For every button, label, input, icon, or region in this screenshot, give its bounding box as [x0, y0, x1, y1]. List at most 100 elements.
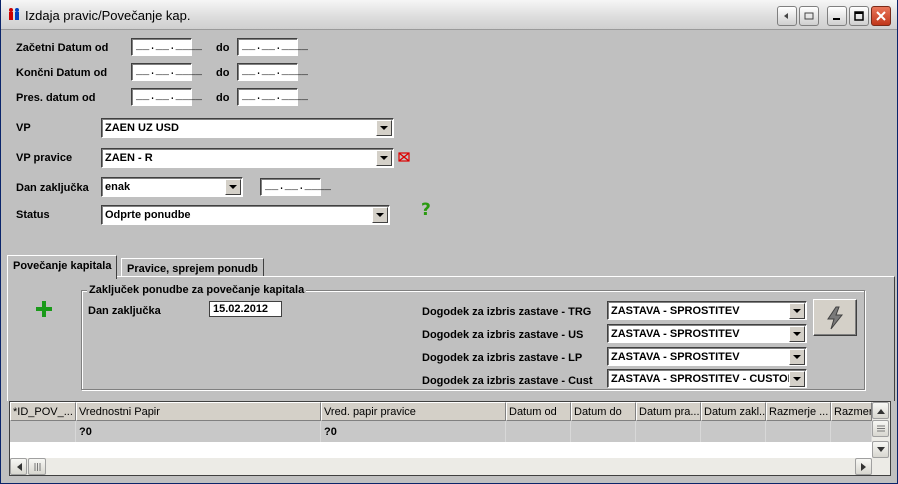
pres-datum-label: Pres. datum od — [16, 92, 96, 104]
maximize-icon — [854, 11, 864, 21]
table-cell[interactable] — [766, 421, 831, 442]
column-header[interactable]: Datum od — [506, 402, 571, 421]
pres-datum-do-input[interactable]: __.__.____ — [237, 88, 308, 106]
column-header[interactable]: Razmerje ... — [766, 402, 831, 421]
lightning-icon — [827, 306, 844, 329]
do-label: do — [216, 92, 230, 104]
help-question-icon[interactable]: ? — [420, 200, 434, 221]
menu-small-button[interactable] — [799, 6, 819, 26]
table-row[interactable]: ?0 ?0 — [10, 421, 872, 442]
event-cust-label: Dogodek za izbris zastave - Cust — [422, 375, 593, 387]
chevron-down-icon[interactable] — [376, 150, 392, 166]
column-header[interactable]: *ID_POV_... — [10, 402, 76, 421]
column-header[interactable]: Vred. papir pravice — [321, 402, 506, 421]
dan-zakljucka-date-input[interactable]: __.__.____ — [260, 178, 331, 196]
window-title: Izdaja pravic/Povečanje kap. — [25, 8, 191, 23]
table-cell[interactable]: ?0 — [321, 421, 506, 442]
chevron-down-icon[interactable] — [372, 207, 388, 223]
chevron-down-icon[interactable] — [789, 371, 805, 387]
vp-pravice-label: VP pravice — [16, 152, 73, 164]
execute-button[interactable] — [813, 299, 857, 336]
table-cell[interactable] — [10, 421, 76, 442]
chevron-down-icon[interactable] — [376, 120, 392, 136]
scroll-down-button[interactable] — [872, 441, 889, 458]
scroll-left-button[interactable] — [10, 458, 27, 475]
chevron-down-icon[interactable] — [789, 349, 805, 365]
event-lp-select[interactable]: ZASTAVA - SPROSTITEV — [607, 347, 807, 366]
app-people-icon — [7, 7, 21, 21]
status-select[interactable]: Odprte ponudbe — [101, 205, 390, 225]
vp-pravice-select[interactable]: ZAEN - R — [101, 148, 394, 168]
grid-header: *ID_POV_... Vrednostni Papir Vred. papir… — [10, 402, 872, 421]
chevron-down-icon[interactable] — [225, 179, 241, 195]
event-us-value: ZASTAVA - SPROSTITEV — [611, 328, 740, 340]
table-cell[interactable] — [701, 421, 766, 442]
vp-select[interactable]: ZAEN UZ USD — [101, 118, 394, 138]
vp-pravice-select-value: ZAEN - R — [105, 152, 153, 164]
zacetni-datum-od-input[interactable]: __.__.____ — [131, 38, 202, 56]
vp-label: VP — [16, 122, 31, 134]
scroll-right-button[interactable] — [855, 458, 872, 475]
svg-text:?: ? — [421, 200, 431, 218]
event-cust-select[interactable]: ZASTAVA - SPROSTITEV - CUSTOI — [607, 369, 807, 388]
dan-zakljucka-operator-value: enak — [105, 181, 131, 193]
main-window: Izdaja pravic/Povečanje kap. Začetni Dat… — [0, 0, 898, 484]
tab-povecanje-kapitala[interactable]: Povečanje kapitala — [7, 255, 118, 279]
table-cell[interactable] — [506, 421, 571, 442]
minimize-button[interactable] — [827, 6, 847, 26]
title-bar: Izdaja pravic/Povečanje kap. — [1, 0, 897, 30]
koncni-datum-do-input[interactable]: __.__.____ — [237, 63, 308, 81]
event-trg-select[interactable]: ZASTAVA - SPROSTITEV — [607, 301, 807, 320]
koncni-datum-od-input[interactable]: __.__.____ — [131, 63, 202, 81]
results-grid: *ID_POV_... Vrednostni Papir Vred. papir… — [9, 401, 891, 476]
table-cell[interactable] — [571, 421, 636, 442]
column-header[interactable]: Vrednostni Papir — [76, 402, 321, 421]
close-icon — [876, 11, 886, 21]
table-cell[interactable] — [636, 421, 701, 442]
column-header[interactable]: Razmerje — [831, 402, 872, 421]
chevron-up-icon — [876, 408, 885, 414]
event-lp-label: Dogodek za izbris zastave - LP — [422, 352, 583, 364]
table-cell[interactable] — [831, 421, 872, 442]
scroll-thumb[interactable] — [28, 458, 46, 475]
chevron-right-icon — [860, 462, 866, 471]
event-us-label: Dogodek za izbris zastave - US — [422, 329, 584, 341]
column-header[interactable]: Datum pra... — [636, 402, 701, 421]
tab-label: Povečanje kapitala — [13, 260, 112, 272]
scrollbar-corner — [872, 458, 890, 475]
maximize-button[interactable] — [849, 6, 869, 26]
pres-datum-od-input[interactable]: __.__.____ — [131, 88, 202, 106]
event-trg-value: ZASTAVA - SPROSTITEV — [611, 305, 740, 317]
status-select-value: Odprte ponudbe — [105, 209, 191, 221]
chevron-down-icon — [876, 446, 885, 452]
group-title: Zaključek ponudbe za povečanje kapitala — [87, 284, 307, 296]
vp-select-value: ZAEN UZ USD — [105, 122, 179, 134]
event-lp-value: ZASTAVA - SPROSTITEV — [611, 351, 740, 363]
add-plus-icon[interactable] — [35, 300, 53, 321]
vertical-scrollbar[interactable] — [872, 402, 890, 458]
chevron-left-icon — [16, 462, 22, 471]
zacetni-datum-label: Začetni Datum od — [16, 42, 109, 54]
group-dan-zakljucka-label: Dan zaključka — [88, 305, 161, 317]
scroll-thumb[interactable] — [872, 420, 889, 437]
zacetni-datum-do-input[interactable]: __.__.____ — [237, 38, 308, 56]
table-cell[interactable]: ?0 — [76, 421, 321, 442]
dan-zakljucka-label: Dan zaključka — [16, 182, 89, 194]
event-trg-label: Dogodek za izbris zastave - TRG — [422, 306, 592, 318]
tab-label: Pravice, sprejem ponudb — [127, 263, 258, 275]
horizontal-scrollbar[interactable] — [10, 458, 872, 475]
chevron-down-icon[interactable] — [789, 326, 805, 342]
do-label: do — [216, 67, 230, 79]
dan-zakljucka-operator-select[interactable]: enak — [101, 177, 243, 197]
group-dan-zakljucka-value: 15.02.2012 — [209, 301, 282, 317]
minimize-icon — [833, 18, 840, 20]
status-label: Status — [16, 209, 50, 221]
close-button[interactable] — [871, 6, 891, 26]
column-header[interactable]: Datum do — [571, 402, 636, 421]
restore-small-button[interactable] — [777, 6, 797, 26]
column-header[interactable]: Datum zakl... — [701, 402, 766, 421]
scroll-up-button[interactable] — [872, 402, 889, 419]
clear-red-icon[interactable] — [397, 151, 411, 166]
event-us-select[interactable]: ZASTAVA - SPROSTITEV — [607, 324, 807, 343]
chevron-down-icon[interactable] — [789, 303, 805, 319]
